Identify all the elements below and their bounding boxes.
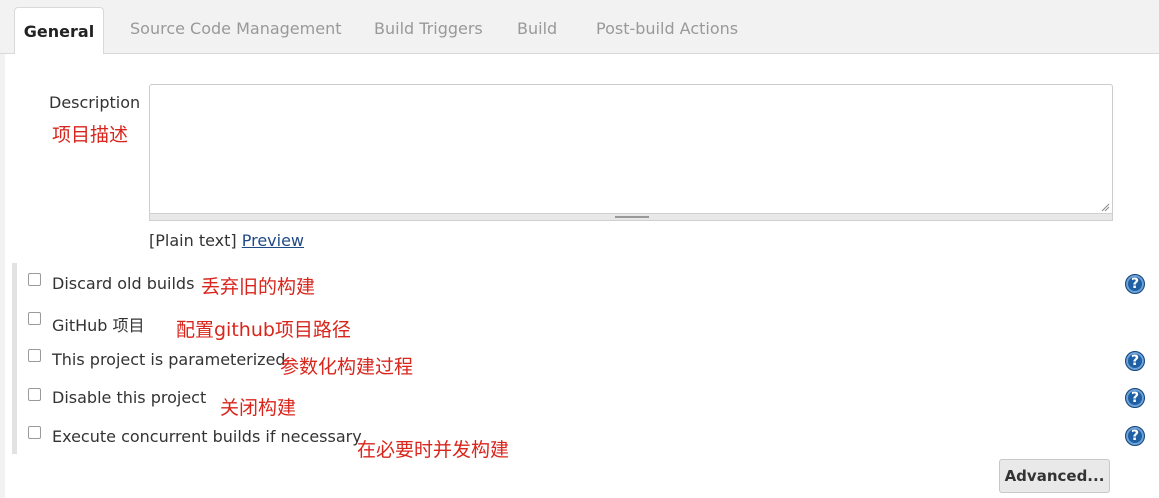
- resize-handle[interactable]: [615, 216, 649, 218]
- tab-general[interactable]: General: [14, 7, 104, 55]
- discard-old-builds-label: Discard old builds: [52, 274, 195, 293]
- description-label: Description: [49, 93, 141, 112]
- tab-post-build-actions[interactable]: Post-build Actions: [596, 19, 738, 38]
- disable-project-label: Disable this project: [52, 388, 207, 407]
- concurrent-builds-checkbox[interactable]: [28, 426, 41, 439]
- description-annotation: 项目描述: [52, 124, 129, 146]
- github-project-label: GitHub 项目: [52, 316, 145, 335]
- disable-project-annotation: 关闭构建: [220, 397, 297, 419]
- resize-grip-icon[interactable]: [1100, 202, 1110, 212]
- textarea-resize-bar[interactable]: [149, 213, 1113, 221]
- advanced-button[interactable]: Advanced...: [999, 459, 1110, 493]
- parameterized-label: This project is parameterized: [52, 350, 286, 369]
- tab-build[interactable]: Build: [517, 19, 557, 38]
- tab-source-code-management[interactable]: Source Code Management: [130, 19, 341, 38]
- concurrent-builds-label: Execute concurrent builds if necessary: [52, 427, 362, 446]
- help-icon[interactable]: ?: [1125, 274, 1145, 294]
- options-rail: [12, 263, 17, 454]
- concurrent-builds-annotation: 在必要时并发构建: [357, 439, 510, 461]
- plain-text-label: [Plain text]: [149, 231, 237, 250]
- preview-link[interactable]: Preview: [242, 231, 304, 250]
- disable-project-checkbox[interactable]: [28, 388, 41, 401]
- help-icon[interactable]: ?: [1125, 426, 1145, 446]
- parameterized-checkbox[interactable]: [28, 349, 41, 362]
- github-project-checkbox[interactable]: [28, 312, 41, 325]
- discard-old-builds-checkbox[interactable]: [28, 273, 41, 286]
- description-textarea[interactable]: [149, 84, 1113, 215]
- tab-bar: General Source Code Management Build Tri…: [0, 0, 1159, 55]
- format-info: [Plain text] Preview: [149, 231, 304, 250]
- help-icon[interactable]: ?: [1125, 388, 1145, 408]
- parameterized-annotation: 参数化构建过程: [280, 356, 414, 378]
- section-border: [0, 54, 5, 498]
- help-icon[interactable]: ?: [1125, 351, 1145, 371]
- discard-old-builds-annotation: 丢弃旧的构建: [201, 276, 316, 298]
- tab-build-triggers[interactable]: Build Triggers: [374, 19, 483, 38]
- github-project-annotation: 配置github项目路径: [176, 319, 351, 341]
